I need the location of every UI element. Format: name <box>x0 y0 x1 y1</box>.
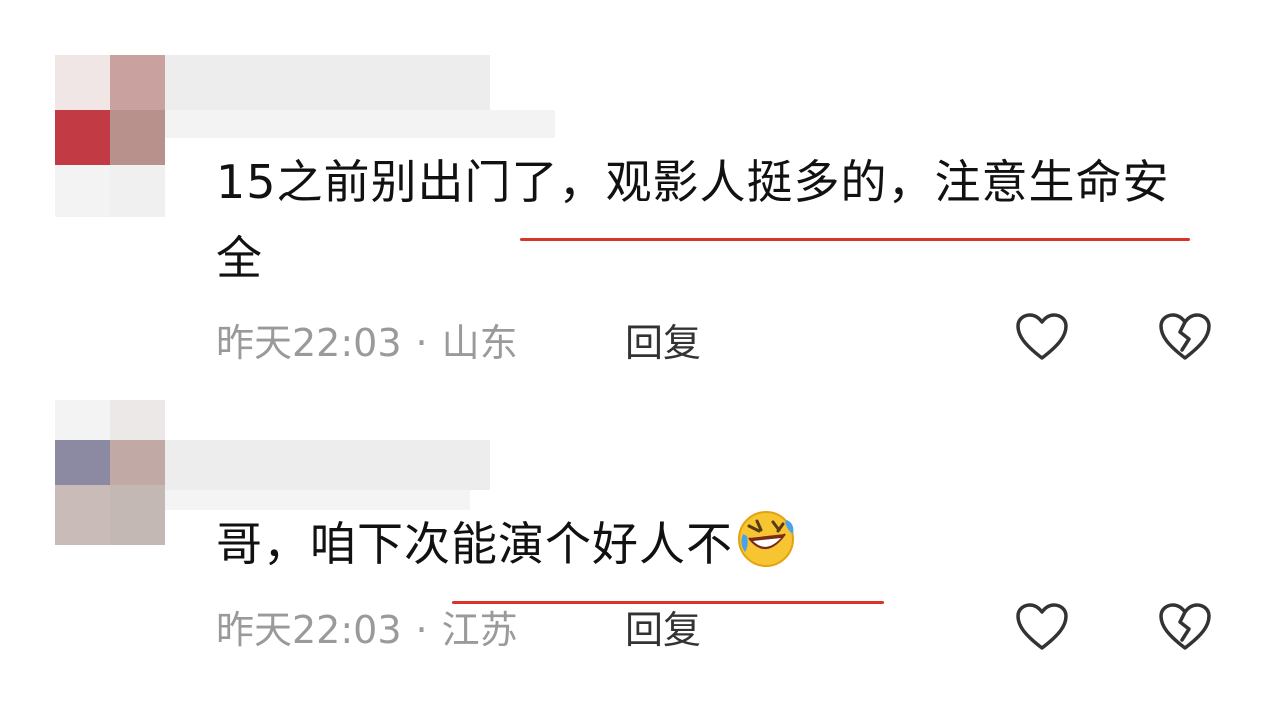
username-blurred[interactable] <box>165 440 490 490</box>
comment-location: 江苏 <box>441 608 518 652</box>
comment-text-content: 哥，咱下次能演个好人不 <box>216 517 733 571</box>
broken-heart-icon[interactable] <box>1155 597 1215 657</box>
comment-text: 哥，咱下次能演个好人不 <box>216 506 1216 582</box>
comment-meta: 昨天22:03 · 江苏 <box>216 605 518 655</box>
reply-button[interactable]: 回复 <box>625 605 701 655</box>
comment-meta: 昨天22:03 · 山东 <box>216 318 518 368</box>
comment-item: 哥，咱下次能演个好人不 昨天22:03 · 江苏 回复 <box>0 0 1280 652</box>
comment-time: 昨天22:03 <box>216 608 402 652</box>
avatar[interactable] <box>55 400 165 562</box>
meta-separator: · <box>415 321 428 365</box>
reply-button[interactable]: 回复 <box>625 318 701 368</box>
highlight-underline <box>452 601 884 604</box>
rolling-laughing-emoji-icon <box>735 508 797 570</box>
comment-time: 昨天22:03 <box>216 321 402 365</box>
heart-icon[interactable] <box>1012 597 1072 657</box>
meta-separator: · <box>415 608 428 652</box>
comment-location: 山东 <box>441 321 518 365</box>
